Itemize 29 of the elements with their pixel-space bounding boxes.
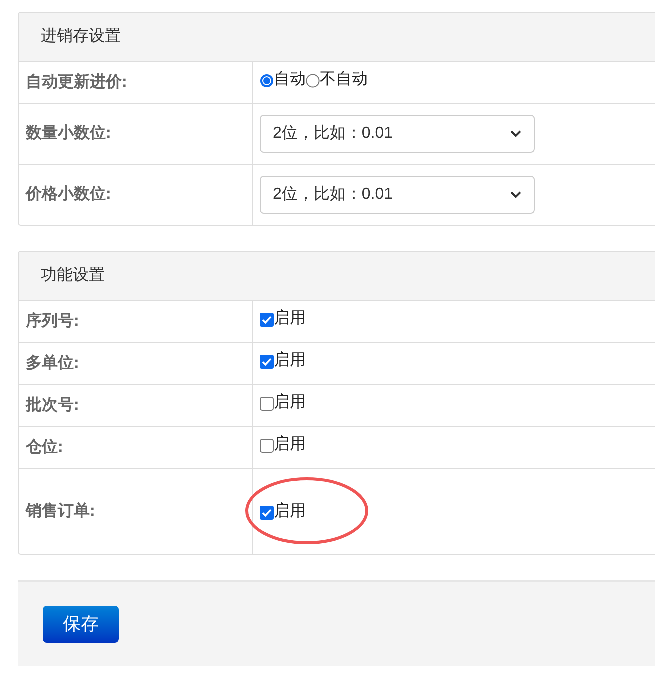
checkbox[interactable]	[260, 506, 274, 520]
field-label: 序列号:	[26, 311, 80, 332]
field-label: 仓位:	[26, 438, 64, 458]
select-field[interactable]: 2位，比如：0.01	[260, 176, 535, 214]
panel-title: 进销存设置	[41, 26, 121, 47]
radio-label: 自动	[274, 70, 306, 90]
checkbox[interactable]	[260, 439, 274, 453]
field-label: 自动更新进价:	[26, 72, 128, 92]
radio-button[interactable]	[260, 74, 274, 88]
panel-title: 功能设置	[41, 266, 105, 286]
select-field[interactable]: 2位，比如：0.01	[260, 115, 535, 153]
radio-button[interactable]	[306, 74, 320, 88]
checkbox[interactable]	[260, 313, 274, 327]
field-label: 多单位:	[26, 354, 80, 374]
checkbox-label: 启用	[274, 351, 306, 371]
field-label: 数量小数位:	[26, 124, 112, 144]
checkbox-label: 启用	[274, 309, 306, 329]
chevron-down-icon	[510, 130, 522, 138]
field-label: 销售订单:	[26, 502, 96, 522]
checkbox[interactable]	[260, 397, 274, 411]
radio-label: 不自动	[320, 70, 368, 90]
save-button[interactable]: 保存	[43, 606, 119, 642]
checkbox-label: 启用	[274, 435, 306, 455]
chevron-down-icon	[510, 191, 522, 199]
field-label: 价格小数位:	[26, 184, 112, 205]
field-label: 批次号:	[26, 396, 80, 416]
checkbox[interactable]	[260, 355, 274, 369]
checkbox-label: 启用	[274, 502, 306, 522]
checkbox-label: 启用	[274, 393, 306, 413]
